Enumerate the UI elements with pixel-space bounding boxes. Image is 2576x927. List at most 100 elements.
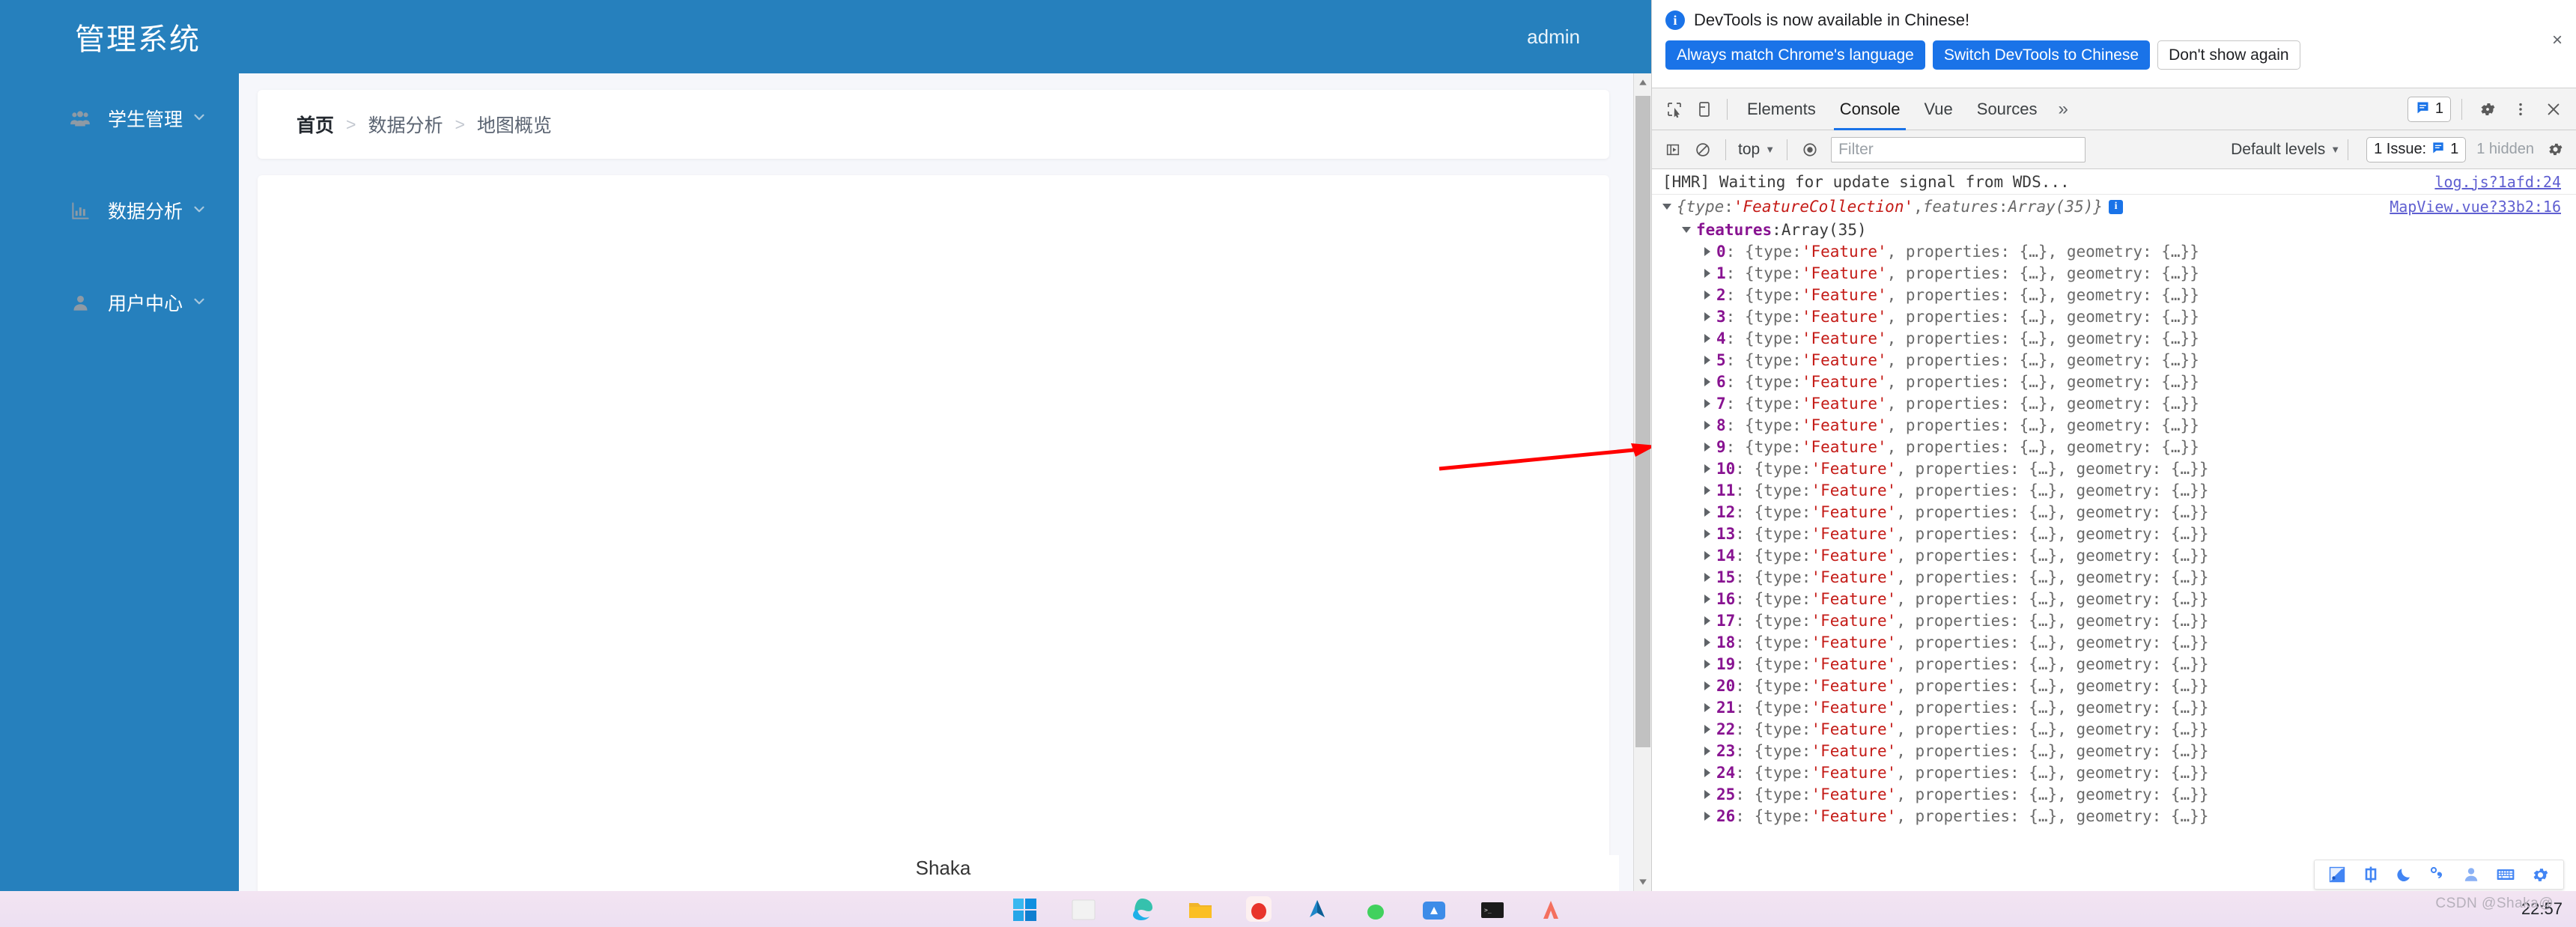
file-explorer-icon[interactable]	[1071, 896, 1096, 922]
expand-toggle-icon[interactable]	[1704, 463, 1710, 473]
close-icon[interactable]: ×	[2552, 31, 2563, 49]
console-context-selector[interactable]: top ▼	[1734, 141, 1779, 159]
folder-icon[interactable]	[1188, 896, 1213, 922]
source-link[interactable]: MapView.vue?33b2:16	[2390, 198, 2561, 216]
expand-toggle-icon[interactable]	[1704, 789, 1710, 799]
app-blue-icon[interactable]	[1421, 896, 1447, 922]
breadcrumb-item-map-overview[interactable]: 地图概览	[477, 111, 552, 138]
keyboard-icon[interactable]	[2496, 865, 2515, 884]
user-icon[interactable]	[2462, 866, 2480, 884]
expand-toggle-icon[interactable]	[1704, 246, 1710, 256]
feature-entry-row[interactable]: 17: {type: 'Feature', properties: {…}, g…	[1652, 610, 2576, 631]
expand-toggle-icon[interactable]	[1704, 398, 1710, 408]
punctuation-icon[interactable]	[2428, 866, 2446, 884]
feature-entry-row[interactable]: 1: {type: 'Feature', properties: {…}, ge…	[1652, 262, 2576, 284]
feature-entry-row[interactable]: 13: {type: 'Feature', properties: {…}, g…	[1652, 523, 2576, 544]
breadcrumb-item-data-analysis[interactable]: 数据分析	[368, 111, 443, 138]
inspect-element-icon[interactable]	[1659, 94, 1689, 124]
chevron-down-icon[interactable]	[191, 109, 207, 128]
expand-toggle-icon[interactable]	[1704, 442, 1710, 452]
browser-vertical-scrollbar[interactable]	[1633, 73, 1651, 891]
expand-toggle-icon[interactable]	[1704, 420, 1710, 430]
expand-toggle-icon[interactable]	[1704, 572, 1710, 582]
feature-entry-row[interactable]: 25: {type: 'Feature', properties: {…}, g…	[1652, 783, 2576, 805]
device-toolbar-icon[interactable]	[1689, 94, 1719, 124]
console-message-hmr[interactable]: [HMR] Waiting for update signal from WDS…	[1652, 169, 2576, 195]
edge-icon[interactable]	[1129, 896, 1155, 922]
scroll-up-arrow-icon[interactable]	[1634, 73, 1651, 91]
expand-toggle-icon[interactable]	[1704, 333, 1710, 343]
feature-entry-row[interactable]: 2: {type: 'Feature', properties: {…}, ge…	[1652, 284, 2576, 306]
feature-entry-row[interactable]: 22: {type: 'Feature', properties: {…}, g…	[1652, 718, 2576, 740]
feature-entry-row[interactable]: 12: {type: 'Feature', properties: {…}, g…	[1652, 501, 2576, 523]
console-sidebar-icon[interactable]	[1658, 135, 1688, 165]
always-match-language-button[interactable]: Always match Chrome's language	[1665, 40, 1925, 70]
live-expression-icon[interactable]	[1795, 135, 1825, 165]
clear-console-icon[interactable]	[1688, 135, 1718, 165]
source-link[interactable]: log.js?1afd:24	[2434, 173, 2561, 191]
console-issue-button[interactable]: 1 Issue: 1	[2366, 136, 2467, 162]
feature-entry-row[interactable]: 21: {type: 'Feature', properties: {…}, g…	[1652, 696, 2576, 718]
expand-toggle-icon[interactable]	[1704, 507, 1710, 517]
expand-toggle-icon[interactable]	[1704, 768, 1710, 777]
tab-sources[interactable]: Sources	[1965, 88, 2050, 130]
sidebar-item-data-analysis[interactable]: 数据分析	[0, 186, 239, 234]
vertical-dots-icon[interactable]	[2506, 94, 2536, 124]
scrollbar-thumb[interactable]	[1635, 96, 1650, 747]
chevron-down-icon[interactable]	[191, 201, 207, 220]
expand-toggle-icon[interactable]	[1704, 529, 1710, 538]
feature-entry-row[interactable]: 18: {type: 'Feature', properties: {…}, g…	[1652, 631, 2576, 653]
more-tabs-icon[interactable]: »	[2049, 99, 2077, 120]
console-levels-selector[interactable]: Default levels ▼	[2231, 141, 2340, 159]
chevron-down-icon[interactable]	[191, 294, 207, 312]
issues-counter-button[interactable]: 1	[2407, 96, 2451, 122]
expand-toggle-icon[interactable]	[1704, 377, 1710, 386]
app-red-icon[interactable]	[1246, 896, 1272, 922]
feature-entry-row[interactable]: 26: {type: 'Feature', properties: {…}, g…	[1652, 805, 2576, 827]
gear-icon[interactable]	[2531, 866, 2550, 884]
console-object-summary[interactable]: {type: 'FeatureCollection', features: Ar…	[1652, 195, 2576, 219]
expand-toggle-icon[interactable]	[1704, 485, 1710, 495]
feature-entry-row[interactable]: 23: {type: 'Feature', properties: {…}, g…	[1652, 740, 2576, 762]
switch-to-chinese-button[interactable]: Switch DevTools to Chinese	[1932, 40, 2151, 70]
feature-entry-row[interactable]: 9: {type: 'Feature', properties: {…}, ge…	[1652, 436, 2576, 458]
expand-toggle-icon[interactable]	[1682, 226, 1691, 233]
feature-entry-row[interactable]: 3: {type: 'Feature', properties: {…}, ge…	[1652, 306, 2576, 327]
tab-elements[interactable]: Elements	[1735, 88, 1828, 130]
feature-entry-row[interactable]: 8: {type: 'Feature', properties: {…}, ge…	[1652, 414, 2576, 436]
expand-toggle-icon[interactable]	[1704, 659, 1710, 669]
expand-toggle-icon[interactable]	[1704, 268, 1710, 278]
expand-toggle-icon[interactable]	[1704, 724, 1710, 734]
expand-toggle-icon[interactable]	[1704, 594, 1710, 604]
tab-vue[interactable]: Vue	[1912, 88, 1964, 130]
breadcrumb-item-home[interactable]: 首页	[297, 111, 334, 138]
feature-entry-row[interactable]: 11: {type: 'Feature', properties: {…}, g…	[1652, 479, 2576, 501]
feature-entry-row[interactable]: 14: {type: 'Feature', properties: {…}, g…	[1652, 544, 2576, 566]
expand-toggle-icon[interactable]	[1704, 681, 1710, 690]
moon-icon[interactable]	[2396, 866, 2414, 884]
feature-entry-row[interactable]: 15: {type: 'Feature', properties: {…}, g…	[1652, 566, 2576, 588]
feature-entry-row[interactable]: 24: {type: 'Feature', properties: {…}, g…	[1652, 762, 2576, 783]
feature-entry-row[interactable]: 4: {type: 'Feature', properties: {…}, ge…	[1652, 327, 2576, 349]
expand-toggle-icon[interactable]	[1704, 637, 1710, 647]
feature-entry-row[interactable]: 7: {type: 'Feature', properties: {…}, ge…	[1652, 392, 2576, 414]
console-features-node[interactable]: features: Array(35)	[1652, 219, 2576, 240]
expand-toggle-icon[interactable]	[1704, 746, 1710, 756]
feature-entry-row[interactable]: 0: {type: 'Feature', properties: {…}, ge…	[1652, 240, 2576, 262]
feature-entry-row[interactable]: 10: {type: 'Feature', properties: {…}, g…	[1652, 458, 2576, 479]
terminal-icon[interactable]: >_	[1480, 896, 1505, 922]
expand-toggle-icon[interactable]	[1704, 290, 1710, 300]
expand-toggle-icon[interactable]	[1704, 702, 1710, 712]
windows-start-icon[interactable]	[1012, 896, 1038, 922]
app-coral-icon[interactable]	[1538, 896, 1564, 922]
expand-toggle-icon[interactable]	[1704, 616, 1710, 625]
feature-entry-row[interactable]: 20: {type: 'Feature', properties: {…}, g…	[1652, 675, 2576, 696]
feature-entry-row[interactable]: 19: {type: 'Feature', properties: {…}, g…	[1652, 653, 2576, 675]
expand-toggle-icon[interactable]	[1704, 811, 1710, 821]
expand-toggle-icon[interactable]	[1704, 550, 1710, 560]
feature-entry-row[interactable]: 5: {type: 'Feature', properties: {…}, ge…	[1652, 349, 2576, 371]
scroll-down-arrow-icon[interactable]	[1634, 873, 1651, 891]
gear-icon[interactable]	[2540, 135, 2570, 165]
expand-toggle-icon[interactable]	[1704, 355, 1710, 365]
sidebar-item-user-center[interactable]: 用户中心	[0, 279, 239, 326]
